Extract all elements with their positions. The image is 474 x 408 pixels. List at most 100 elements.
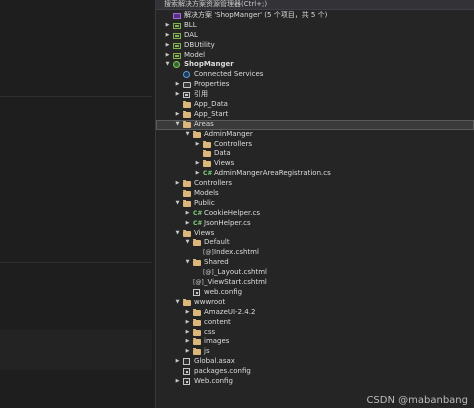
expand-arrow-icon[interactable]: ▼ — [164, 60, 171, 70]
folder-icon — [193, 328, 201, 336]
tree-item[interactable]: 解决方案 'ShopManger' (5 个项目，共 5 个) — [156, 11, 474, 21]
expand-arrow-icon[interactable]: ▼ — [184, 130, 191, 140]
tree-item[interactable]: ▶ Web.config — [156, 377, 474, 387]
collapse-arrow-icon[interactable]: ▶ — [184, 328, 191, 338]
tree-item-label: Index.cshtml — [214, 248, 259, 257]
tree-item[interactable]: ▶ BLL — [156, 21, 474, 31]
collapse-arrow-icon[interactable]: ▶ — [184, 337, 191, 347]
tree-item[interactable]: ▶ images — [156, 337, 474, 347]
tree-item[interactable]: App_Data — [156, 100, 474, 110]
tree-item-label: Views — [214, 159, 235, 168]
collapse-arrow-icon[interactable]: ▶ — [184, 318, 191, 328]
tree-item[interactable]: ▼ ShopManger — [156, 60, 474, 70]
tree-item-label: Global.asax — [194, 357, 235, 366]
asax-file-icon — [183, 358, 190, 366]
tree-item-label: ShopManger — [184, 60, 234, 69]
folder-icon — [193, 308, 201, 316]
tree-item[interactable]: ▶ DBUtility — [156, 41, 474, 51]
tree-item[interactable]: [@] _Layout.cshtml — [156, 268, 474, 278]
collapse-arrow-icon[interactable]: ▶ — [164, 31, 171, 41]
tree-item[interactable]: web.config — [156, 288, 474, 298]
tree-item[interactable]: ▼ Shared — [156, 258, 474, 268]
connected-services-icon — [183, 71, 190, 79]
collapse-arrow-icon[interactable]: ▶ — [184, 219, 191, 229]
collapse-arrow-icon[interactable]: ▶ — [184, 209, 191, 219]
collapse-arrow-icon[interactable]: ▶ — [174, 80, 181, 90]
collapse-arrow-icon[interactable]: ▶ — [194, 140, 201, 150]
editor-area — [0, 0, 152, 408]
tree-item[interactable]: ▼ Default — [156, 238, 474, 248]
expand-arrow-icon[interactable]: ▼ — [184, 238, 191, 248]
collapse-arrow-icon[interactable]: ▶ — [174, 357, 181, 367]
tree-item-label: content — [204, 317, 231, 326]
tree-item-label: AmazeUI-2.4.2 — [204, 307, 256, 316]
expand-arrow-icon[interactable]: ▼ — [174, 120, 181, 130]
tree-item-label: DBUtility — [184, 40, 215, 49]
folder-icon — [193, 318, 201, 326]
expand-arrow-icon[interactable]: ▼ — [174, 229, 181, 239]
tree-item[interactable]: ▶ Controllers — [156, 140, 474, 150]
expand-arrow-icon[interactable]: ▼ — [174, 199, 181, 209]
csharp-file-icon: C# — [193, 219, 203, 227]
collapse-arrow-icon[interactable]: ▶ — [174, 179, 181, 189]
tree-item[interactable]: ▼ wwwroot — [156, 298, 474, 308]
tree-item[interactable]: ▶ Views — [156, 159, 474, 169]
tree-item-label: AdminManger — [204, 129, 253, 138]
tree-item-label: BLL — [184, 20, 197, 29]
tree-item[interactable]: [@] Index.cshtml — [156, 248, 474, 258]
tree-item[interactable]: ▶ C# JsonHelper.cs — [156, 219, 474, 229]
folder-icon — [203, 150, 211, 158]
tree-item-label: _ViewStart.cshtml — [204, 278, 267, 287]
expand-arrow-icon[interactable]: ▼ — [174, 298, 181, 308]
collapse-arrow-icon[interactable]: ▶ — [174, 110, 181, 120]
collapse-arrow-icon[interactable]: ▶ — [184, 347, 191, 357]
tree-item[interactable]: ▶ C# CookieHelper.cs — [156, 209, 474, 219]
search-input[interactable]: 搜索解决方案资源管理器(Ctrl+;) — [156, 0, 474, 10]
tree-item[interactable]: ▼ Areas — [156, 119, 474, 130]
folder-icon — [183, 190, 191, 198]
tree-item[interactable]: ▶ css — [156, 328, 474, 338]
folder-icon — [183, 298, 191, 306]
expand-arrow-icon[interactable]: ▼ — [184, 258, 191, 268]
tree-item[interactable]: ▶ Global.asax — [156, 357, 474, 367]
tree-item[interactable]: Connected Services — [156, 70, 474, 80]
folder-icon — [193, 348, 201, 356]
tree-item[interactable]: Data — [156, 149, 474, 159]
tree-item[interactable]: ▼ Views — [156, 229, 474, 239]
csharp-project-icon — [173, 32, 181, 39]
tree-item[interactable]: ▶ DAL — [156, 31, 474, 41]
collapse-arrow-icon[interactable]: ▶ — [174, 90, 181, 100]
tree-item[interactable]: Models — [156, 189, 474, 199]
tree-item-label: Controllers — [214, 139, 253, 148]
tree-item[interactable]: ▼ AdminManger — [156, 130, 474, 140]
collapse-arrow-icon[interactable]: ▶ — [194, 169, 201, 179]
tree-item[interactable]: packages.config — [156, 367, 474, 377]
tree-item-label: Shared — [204, 258, 229, 267]
tree-item-label: App_Start — [194, 109, 229, 118]
csharp-project-icon — [173, 52, 181, 59]
config-file-icon — [193, 288, 200, 296]
collapse-arrow-icon[interactable]: ▶ — [164, 21, 171, 31]
collapse-arrow-icon[interactable]: ▶ — [174, 377, 181, 387]
collapse-arrow-icon[interactable]: ▶ — [164, 41, 171, 51]
tree-item[interactable]: ▶ js — [156, 347, 474, 357]
tree-item[interactable]: ▶ Properties — [156, 80, 474, 90]
solution-icon — [173, 13, 181, 19]
tree-item[interactable]: ▼ Public — [156, 199, 474, 209]
tree-item[interactable]: ▶ 引用 — [156, 90, 474, 100]
collapse-arrow-icon[interactable]: ▶ — [184, 308, 191, 318]
collapse-arrow-icon[interactable]: ▶ — [194, 159, 201, 169]
tree-item-label: App_Data — [194, 100, 228, 109]
tree-item-label: Data — [214, 149, 231, 158]
collapse-arrow-icon[interactable]: ▶ — [164, 51, 171, 61]
csharp-project-icon — [173, 42, 181, 49]
tree-item[interactable]: ▶ content — [156, 318, 474, 328]
tree-item[interactable]: ▶ AmazeUI-2.4.2 — [156, 308, 474, 318]
tree-item[interactable]: ▶ Controllers — [156, 179, 474, 189]
tree-item[interactable]: ▶ C# AdminMangerAreaRegistration.cs — [156, 169, 474, 179]
tree-item[interactable]: ▶ Model — [156, 51, 474, 61]
folder-icon — [203, 140, 211, 148]
csharp-project-icon — [173, 22, 181, 29]
tree-item[interactable]: ▶ App_Start — [156, 110, 474, 120]
tree-item[interactable]: [@] _ViewStart.cshtml — [156, 278, 474, 288]
